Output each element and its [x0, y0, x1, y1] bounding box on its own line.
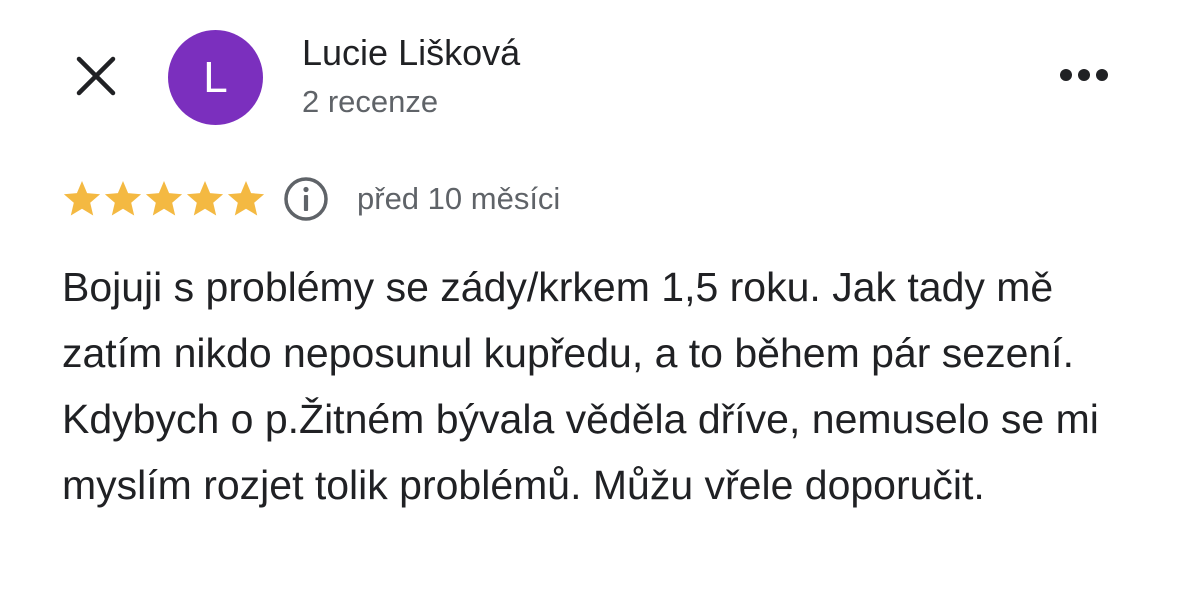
avatar[interactable]: L [168, 30, 263, 125]
review-date: před 10 měsíci [357, 181, 561, 216]
rating-row: před 10 měsíci [62, 176, 560, 222]
star-icon [186, 181, 224, 216]
star-icon [227, 181, 265, 216]
author-name[interactable]: Lucie Lišková [302, 32, 520, 74]
close-button[interactable] [60, 40, 132, 112]
star-rating [62, 179, 267, 219]
star-icon [104, 181, 142, 216]
info-icon[interactable] [283, 176, 329, 222]
review-text: Bojuji s problémy se zády/krkem 1,5 roku… [62, 264, 1099, 508]
avatar-initial: L [203, 52, 228, 102]
star-icon [145, 181, 183, 216]
more-options-button[interactable] [1048, 50, 1120, 100]
review-count[interactable]: 2 recenze [302, 84, 438, 120]
close-icon [76, 56, 116, 96]
star-icon [63, 181, 101, 216]
more-horizontal-icon [1060, 69, 1108, 81]
